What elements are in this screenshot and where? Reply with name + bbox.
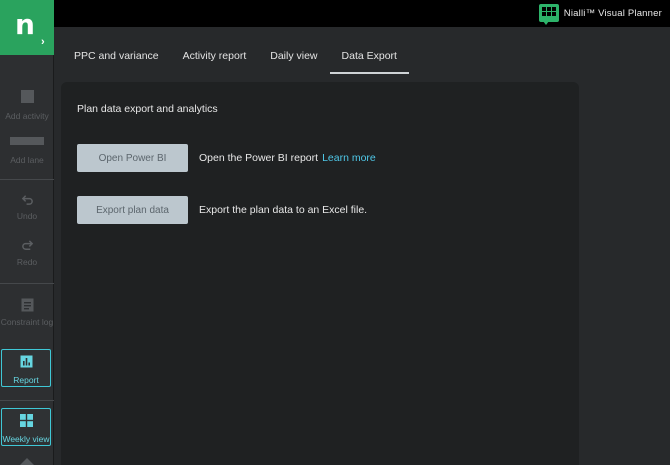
power-bi-description: Open the Power BI report — [199, 152, 319, 164]
sidebar-item-constraint-log[interactable]: Constraint log — [0, 298, 54, 328]
tab-daily-view[interactable]: Daily view — [258, 42, 329, 74]
panel-title: Plan data export and analytics — [77, 103, 218, 115]
sidebar-divider — [0, 179, 54, 180]
tab-ppc-and-variance[interactable]: PPC and variance — [62, 42, 171, 74]
sidebar-item-add-lane[interactable]: Add lane — [0, 137, 54, 166]
power-bi-row: Open Power BI Open the Power BI report L… — [77, 144, 376, 172]
expand-chevron-icon[interactable]: › — [41, 36, 45, 48]
sidebar-item-label: Constraint log — [0, 317, 54, 327]
add-lane-icon — [10, 137, 44, 145]
sidebar-item-redo[interactable]: Redo — [0, 239, 54, 268]
learn-more-link[interactable]: Learn more — [322, 152, 376, 164]
export-row: Export plan data Export the plan data to… — [77, 196, 367, 224]
brand-name: Nialli™ Visual Planner — [563, 7, 662, 19]
scroll-up-icon[interactable] — [19, 457, 35, 465]
sidebar-item-label: Redo — [16, 257, 38, 267]
sidebar-item-label: Add activity — [5, 111, 49, 121]
export-description: Export the plan data to an Excel file. — [199, 204, 368, 216]
undo-icon — [21, 195, 33, 205]
sidebar-item-report[interactable]: Report — [1, 349, 51, 387]
sidebar-item-label: Add lane — [10, 155, 44, 165]
export-plan-data-button[interactable]: Export plan data — [77, 196, 188, 224]
brand: Nialli™ Visual Planner — [538, 3, 662, 25]
top-bar: Nialli™ Visual Planner — [0, 0, 670, 27]
constraint-log-icon — [21, 298, 33, 312]
sidebar-item-add-activity[interactable]: Add activity — [0, 90, 54, 122]
data-export-panel: Plan data export and analytics Open Powe… — [61, 82, 579, 465]
redo-icon — [21, 240, 33, 250]
tab-activity-report[interactable]: Activity report — [171, 42, 259, 74]
sidebar-item-label: Report — [13, 375, 39, 385]
tab-bar: PPC and variance Activity report Daily v… — [62, 42, 410, 74]
app-logo[interactable]: n › — [0, 0, 54, 55]
open-power-bi-button[interactable]: Open Power BI — [77, 144, 188, 172]
report-icon — [20, 355, 32, 368]
grid-icon — [19, 414, 33, 427]
logo-letter: n — [15, 8, 35, 41]
sidebar-item-weekly-view[interactable]: Weekly view — [1, 408, 51, 446]
sidebar-item-label: Weekly view — [2, 434, 50, 444]
sidebar-item-label: Undo — [16, 211, 38, 221]
sidebar: n › Add activity Add lane Undo Redo Cons… — [0, 0, 54, 465]
sidebar-divider — [0, 283, 54, 284]
add-activity-icon — [20, 90, 34, 103]
nialli-logo-icon — [538, 4, 559, 25]
tab-data-export[interactable]: Data Export — [329, 42, 410, 74]
app-window: Nialli™ Visual Planner n › Add activity … — [0, 0, 670, 465]
sidebar-item-undo[interactable]: Undo — [0, 193, 54, 222]
sidebar-divider — [0, 400, 54, 401]
